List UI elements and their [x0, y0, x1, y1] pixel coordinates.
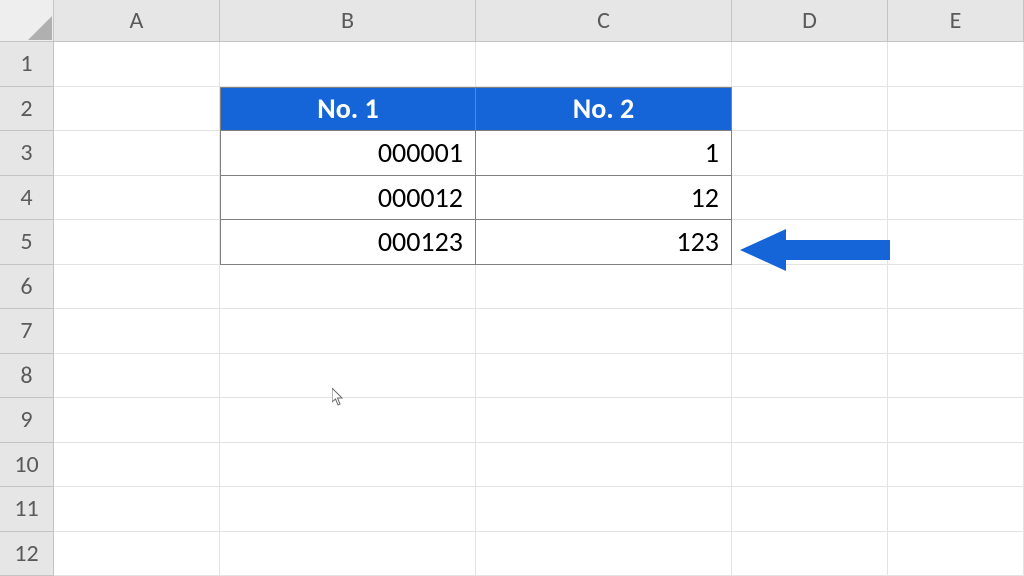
table-header-no2[interactable]: No. 2	[476, 87, 732, 132]
cell-c12[interactable]	[476, 532, 732, 576]
col-header-e[interactable]: E	[888, 0, 1024, 42]
cell-e11[interactable]	[888, 487, 1024, 532]
row-header-8[interactable]: 8	[0, 354, 54, 399]
cell-a2[interactable]	[54, 87, 220, 132]
cell-b7[interactable]	[220, 309, 476, 354]
row-header-9[interactable]: 9	[0, 398, 54, 443]
row-header-3[interactable]: 3	[0, 131, 54, 176]
cell-c7[interactable]	[476, 309, 732, 354]
cell-d2[interactable]	[732, 87, 888, 132]
cell-a3[interactable]	[54, 131, 220, 176]
table-header-no1[interactable]: No. 1	[220, 87, 476, 132]
cell-a11[interactable]	[54, 487, 220, 532]
col-header-d[interactable]: D	[732, 0, 888, 42]
col-header-b[interactable]: B	[220, 0, 476, 42]
spreadsheet-grid[interactable]: A B C D E 1 2 No. 1 No. 2 3 000001 1 4 0…	[0, 0, 1024, 576]
cell-a8[interactable]	[54, 354, 220, 399]
cell-d6[interactable]	[732, 265, 888, 310]
cell-d3[interactable]	[732, 131, 888, 176]
cell-b9[interactable]	[220, 398, 476, 443]
cell-a5[interactable]	[54, 220, 220, 265]
cell-c10[interactable]	[476, 443, 732, 488]
cell-b3[interactable]: 000001	[220, 131, 476, 176]
cell-e12[interactable]	[888, 532, 1024, 576]
cell-a10[interactable]	[54, 443, 220, 488]
cell-e9[interactable]	[888, 398, 1024, 443]
cell-d12[interactable]	[732, 532, 888, 576]
cell-d1[interactable]	[732, 42, 888, 87]
cell-c4[interactable]: 12	[476, 176, 732, 221]
cell-b5[interactable]: 000123	[220, 220, 476, 265]
cell-a7[interactable]	[54, 309, 220, 354]
cell-d7[interactable]	[732, 309, 888, 354]
cell-a4[interactable]	[54, 176, 220, 221]
row-header-6[interactable]: 6	[0, 265, 54, 310]
row-header-10[interactable]: 10	[0, 443, 54, 488]
cell-a12[interactable]	[54, 532, 220, 576]
cell-c1[interactable]	[476, 42, 732, 87]
row-header-2[interactable]: 2	[0, 87, 54, 132]
cell-d11[interactable]	[732, 487, 888, 532]
cell-c9[interactable]	[476, 398, 732, 443]
cell-c8[interactable]	[476, 354, 732, 399]
cell-b1[interactable]	[220, 42, 476, 87]
select-all-corner[interactable]	[0, 0, 54, 42]
cell-d4[interactable]	[732, 176, 888, 221]
cell-e6[interactable]	[888, 265, 1024, 310]
cell-b6[interactable]	[220, 265, 476, 310]
cell-c5[interactable]: 123	[476, 220, 732, 265]
row-header-12[interactable]: 12	[0, 532, 54, 576]
cell-b8[interactable]	[220, 354, 476, 399]
cell-e1[interactable]	[888, 42, 1024, 87]
cell-e8[interactable]	[888, 354, 1024, 399]
row-header-7[interactable]: 7	[0, 309, 54, 354]
cell-e3[interactable]	[888, 131, 1024, 176]
row-header-11[interactable]: 11	[0, 487, 54, 532]
col-header-a[interactable]: A	[54, 0, 220, 42]
cell-a9[interactable]	[54, 398, 220, 443]
cell-c6[interactable]	[476, 265, 732, 310]
cell-e2[interactable]	[888, 87, 1024, 132]
cell-d9[interactable]	[732, 398, 888, 443]
cell-e10[interactable]	[888, 443, 1024, 488]
cell-b10[interactable]	[220, 443, 476, 488]
cell-b4[interactable]: 000012	[220, 176, 476, 221]
cell-e5[interactable]	[888, 220, 1024, 265]
cell-d10[interactable]	[732, 443, 888, 488]
cell-e4[interactable]	[888, 176, 1024, 221]
cell-d5[interactable]	[732, 220, 888, 265]
row-header-1[interactable]: 1	[0, 42, 54, 87]
cell-b12[interactable]	[220, 532, 476, 576]
cell-c11[interactable]	[476, 487, 732, 532]
row-header-4[interactable]: 4	[0, 176, 54, 221]
row-header-5[interactable]: 5	[0, 220, 54, 265]
cell-a6[interactable]	[54, 265, 220, 310]
cell-e7[interactable]	[888, 309, 1024, 354]
col-header-c[interactable]: C	[476, 0, 732, 42]
cell-b11[interactable]	[220, 487, 476, 532]
cell-c3[interactable]: 1	[476, 131, 732, 176]
cell-a1[interactable]	[54, 42, 220, 87]
cell-d8[interactable]	[732, 354, 888, 399]
